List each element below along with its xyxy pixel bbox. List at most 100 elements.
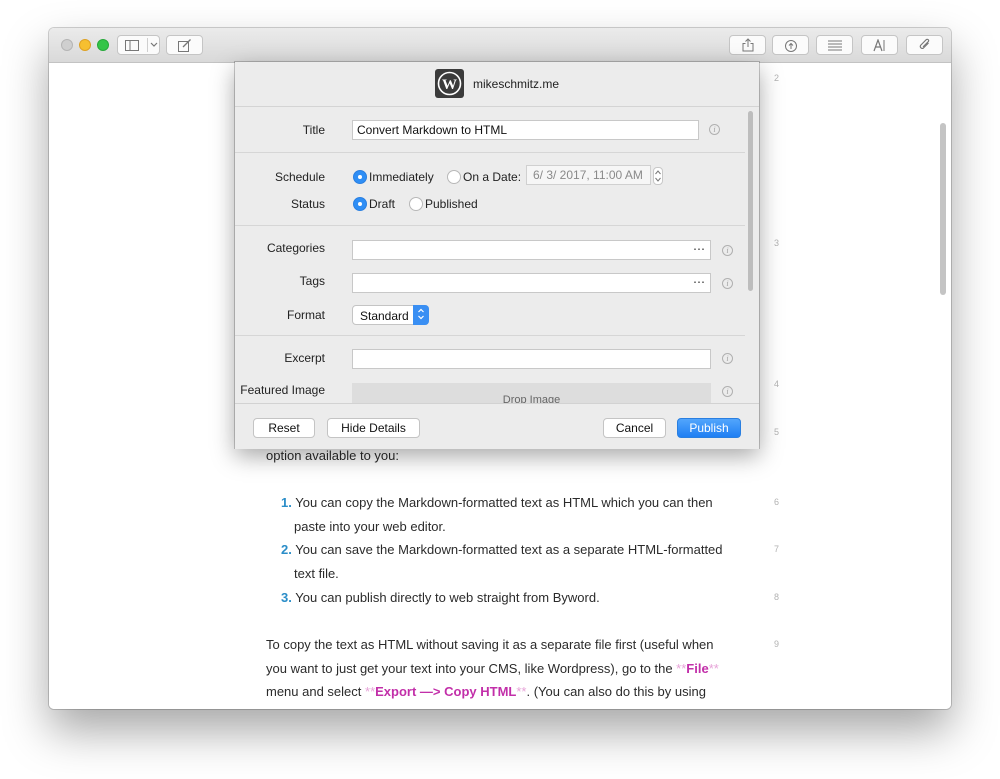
excerpt-field[interactable]: [352, 349, 711, 369]
categories-label: Categories: [266, 241, 325, 255]
list-item-text: You can copy the Markdown-formatted text…: [295, 495, 713, 510]
line-number: 4: [773, 379, 779, 389]
line-number: 7: [773, 544, 779, 554]
more-icon[interactable]: ⋯: [693, 242, 705, 256]
drop-image-label: Drop Image: [502, 394, 561, 403]
sheet-header: W mikeschmitz.me: [235, 62, 759, 107]
editor-line: option available to you:: [266, 448, 399, 463]
list-icon: [827, 40, 842, 50]
status-draft-radio[interactable]: [353, 197, 367, 211]
popup-arrows-icon: [413, 305, 429, 325]
line-number: 8: [773, 592, 779, 602]
info-icon[interactable]: i: [722, 353, 733, 364]
line-number: 6: [773, 497, 779, 507]
line-number: 3: [773, 238, 779, 248]
line-number: 9: [773, 639, 779, 649]
info-icon[interactable]: i: [722, 386, 733, 397]
toolbar: [49, 28, 951, 63]
publish-sheet: W mikeschmitz.me Title Convert Markdown …: [235, 62, 759, 449]
line-number: 5: [773, 427, 779, 437]
chevron-down-icon[interactable]: [150, 42, 158, 48]
sheet-footer: Reset Hide Details Cancel Publish: [235, 403, 759, 449]
markdown-bold-text: File: [686, 661, 709, 676]
excerpt-label: Excerpt: [284, 351, 325, 365]
list-number: 1.: [281, 495, 292, 510]
publish-cloud-icon: [784, 39, 797, 52]
sheet-form: Title Convert Markdown to HTML i Schedul…: [235, 107, 745, 403]
list-number: 2.: [281, 542, 292, 557]
list-item-continuation: paste into your web editor.: [294, 519, 446, 534]
schedule-immediately-label[interactable]: Immediately: [369, 170, 434, 184]
font-button[interactable]: [861, 35, 898, 55]
paragraph-line: menu and select **Export —> Copy HTML**.…: [266, 684, 706, 699]
divider: [235, 152, 745, 153]
status-draft-label[interactable]: Draft: [369, 197, 395, 211]
featured-image-label: Featured Image: [240, 383, 325, 397]
date-stepper[interactable]: [653, 167, 663, 185]
compose-button[interactable]: [166, 35, 203, 55]
share-icon: [742, 38, 753, 52]
attachment-icon: [919, 38, 929, 49]
schedule-immediately-radio[interactable]: [353, 170, 367, 184]
wordpress-logo-icon: W: [435, 69, 464, 98]
paragraph-line: To copy the text as HTML without saving …: [266, 637, 714, 652]
featured-image-dropzone[interactable]: Drop Image: [352, 383, 711, 403]
list-item: 2. You can save the Markdown-formatted t…: [281, 542, 723, 557]
status-published-radio[interactable]: [409, 197, 423, 211]
close-window-button[interactable]: [61, 39, 73, 51]
schedule-label: Schedule: [274, 170, 325, 184]
paragraph-line: you want to just get your text into your…: [266, 661, 719, 676]
publish-cloud-button[interactable]: [772, 35, 809, 55]
cancel-button[interactable]: Cancel: [603, 418, 666, 438]
info-icon[interactable]: i: [722, 245, 733, 256]
more-icon[interactable]: ⋯: [693, 275, 705, 289]
status-label: Status: [290, 197, 325, 211]
list-item: 3. You can publish directly to web strai…: [281, 590, 600, 605]
paragraph-text: you want to just get your text into your…: [266, 661, 677, 676]
divider: [235, 335, 745, 336]
info-icon[interactable]: i: [709, 124, 720, 135]
divider: [235, 225, 745, 226]
list-item-text: You can publish directly to web straight…: [295, 590, 600, 605]
paragraph-text: . (You can also do this by using: [526, 684, 706, 699]
line-number: 2: [773, 73, 779, 83]
list-number: 3.: [281, 590, 292, 605]
markdown-bold-mark: **: [365, 684, 376, 699]
stepper-arrows-icon: [655, 170, 661, 182]
schedule-on-date-label[interactable]: On a Date:: [463, 170, 521, 184]
font-icon: [873, 38, 885, 51]
sheet-scrollbar[interactable]: [748, 111, 753, 291]
markdown-bold-mark: **: [708, 661, 719, 676]
zoom-window-button[interactable]: [97, 39, 109, 51]
schedule-on-date-radio[interactable]: [447, 170, 461, 184]
reset-button[interactable]: Reset: [253, 418, 315, 438]
markdown-bold-text: Export —> Copy HTML: [375, 684, 517, 699]
svg-text:W: W: [442, 77, 457, 93]
compose-icon: [177, 38, 191, 52]
sidebar-toggle-button[interactable]: [117, 35, 160, 55]
hide-details-button[interactable]: Hide Details: [327, 418, 420, 438]
markdown-bold-mark: **: [676, 661, 687, 676]
sidebar-icon: [125, 39, 139, 51]
info-icon[interactable]: i: [722, 278, 733, 289]
format-value: Standard: [360, 309, 409, 323]
status-published-label[interactable]: Published: [425, 197, 478, 211]
list-item: 1. You can copy the Markdown-formatted t…: [281, 495, 713, 510]
markdown-bold-mark: **: [516, 684, 527, 699]
outline-list-button[interactable]: [816, 35, 853, 55]
categories-field[interactable]: ⋯: [352, 240, 711, 260]
share-button[interactable]: [729, 35, 766, 55]
editor-scrollbar[interactable]: [940, 123, 946, 295]
minimize-window-button[interactable]: [79, 39, 91, 51]
schedule-date-field[interactable]: 6/ 3/ 2017, 11:00 AM: [526, 165, 651, 185]
format-label: Format: [286, 308, 325, 322]
publish-button[interactable]: Publish: [677, 418, 741, 438]
format-popup[interactable]: Standard: [352, 305, 429, 325]
title-field[interactable]: Convert Markdown to HTML: [352, 120, 699, 140]
site-name: mikeschmitz.me: [473, 77, 560, 91]
tags-field[interactable]: ⋯: [352, 273, 711, 293]
tags-label: Tags: [299, 274, 325, 288]
attachment-button[interactable]: [906, 35, 943, 55]
paragraph-text: menu and select: [266, 684, 366, 699]
list-item-continuation: text file.: [294, 566, 339, 581]
